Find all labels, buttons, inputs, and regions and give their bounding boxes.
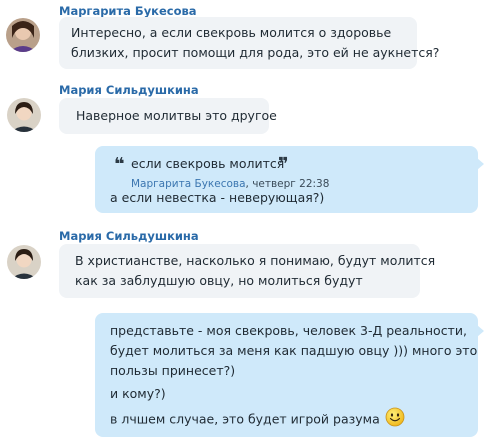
message-text: а если невестка - неверующая?) bbox=[110, 190, 325, 205]
message-bubble[interactable]: ❝ если свекровь молится ❞ Маргарита Буке… bbox=[95, 146, 484, 213]
quote-close-icon: ❞ bbox=[278, 154, 289, 175]
message-text: будет молиться за меня как падшую овцу )… bbox=[110, 343, 478, 358]
message-bubble[interactable]: В христианстве, насколько я понимаю, буд… bbox=[59, 244, 436, 298]
message-text: В христианстве, насколько я понимаю, буд… bbox=[75, 253, 436, 268]
smile-emoticon-icon bbox=[385, 407, 405, 433]
quoted-text: если свекровь молится bbox=[131, 156, 285, 171]
message-text: пользы принесет?) bbox=[110, 363, 236, 378]
message-text: близких, просит помощи для рода, это ей … bbox=[71, 45, 440, 60]
message-text: Наверное молитвы это другое bbox=[76, 108, 277, 123]
avatar[interactable] bbox=[7, 98, 41, 132]
avatar[interactable] bbox=[6, 18, 40, 52]
message-bubble[interactable]: Интересно, а если свекровь молится о здо… bbox=[59, 17, 440, 69]
message-text: как за заблудшую овцу, но молиться будут bbox=[75, 273, 363, 288]
message-text: Интересно, а если свекровь молится о здо… bbox=[71, 25, 392, 40]
avatar[interactable] bbox=[7, 245, 41, 279]
message-text: представьте - моя свекровь, человек 3-Д … bbox=[110, 323, 467, 338]
sender-name[interactable]: Мария Сильдушкина bbox=[59, 83, 199, 97]
message-text: в лчшем случае, это будет игрой разума bbox=[110, 411, 380, 427]
message-bubble[interactable]: представьте - моя свекровь, человек 3-Д … bbox=[95, 313, 484, 437]
sender-name[interactable]: Маргарита Букесова bbox=[59, 4, 197, 18]
message-bubble[interactable]: Наверное молитвы это другое bbox=[59, 98, 277, 134]
quote-open-icon: ❝ bbox=[114, 154, 125, 175]
message-text: и кому?) bbox=[110, 386, 166, 401]
sender-name[interactable]: Мария Сильдушкина bbox=[59, 229, 199, 243]
